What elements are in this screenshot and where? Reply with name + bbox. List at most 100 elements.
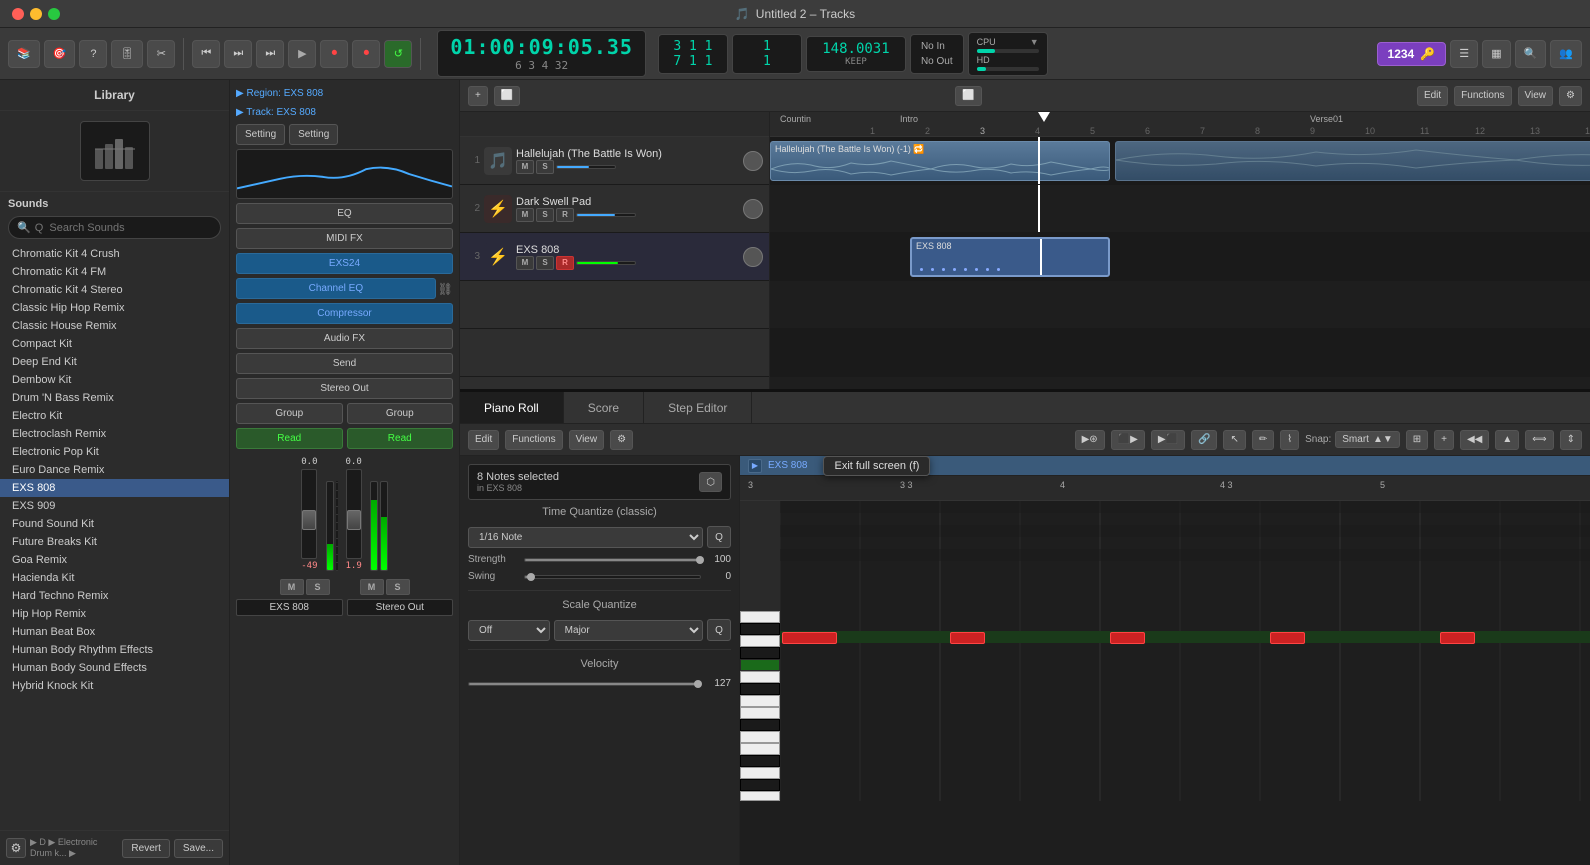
pr-zoom-h-btn[interactable]: ⟺ [1525, 430, 1553, 450]
piano-key-c1-active[interactable] [740, 659, 780, 671]
fader-right-track[interactable] [346, 469, 362, 559]
solo-1[interactable]: S [536, 160, 554, 174]
midi-note-1[interactable] [782, 632, 837, 644]
pr-tool-2[interactable]: ⬛▶ [1111, 430, 1145, 450]
grid-notes[interactable]: C1 [780, 501, 1590, 801]
scale-type-select[interactable]: Major [554, 620, 703, 641]
sound-item-human-rhythm[interactable]: Human Body Rhythm Effects [0, 641, 229, 659]
sound-item-chromatic-crush[interactable]: Chromatic Kit 4 Crush [0, 245, 229, 263]
sound-item-deep-end[interactable]: Deep End Kit [0, 353, 229, 371]
sound-item-goa[interactable]: Goa Remix [0, 551, 229, 569]
mute-2[interactable]: M [516, 208, 534, 222]
midi-fx-btn[interactable]: MIDI FX [236, 228, 453, 249]
pr-zoom-fit-btn[interactable]: ⊞ [1406, 430, 1428, 450]
pr-cursor-btn[interactable]: ↖ [1223, 430, 1245, 450]
solo-2[interactable]: S [536, 208, 554, 222]
piano-key-cs1[interactable] [740, 647, 780, 659]
key-display[interactable]: 1234 🔑 [1377, 42, 1447, 66]
piano-key-d1[interactable] [740, 635, 780, 647]
midi-note-2[interactable] [950, 632, 985, 644]
pr-prev-btn[interactable]: ◀◀ [1460, 430, 1489, 450]
velocity-knob[interactable] [694, 680, 702, 688]
list-view-btn[interactable]: ☰ [1450, 40, 1478, 68]
notes-collapse-btn[interactable]: ⬡ [699, 472, 722, 492]
pr-zoom-v-btn[interactable]: ⇕ [1560, 430, 1582, 450]
sound-item-hip-hop[interactable]: Hip Hop Remix [0, 605, 229, 623]
vol-slider-2[interactable] [576, 213, 636, 217]
maximize-button[interactable] [48, 8, 60, 20]
mute-right-btn[interactable]: M [360, 579, 384, 595]
sound-item-dembow[interactable]: Dembow Kit [0, 371, 229, 389]
midi-note-4[interactable] [1270, 632, 1305, 644]
play-btn[interactable]: ▶ [288, 40, 316, 68]
exs24-btn[interactable]: EXS24 [236, 253, 453, 274]
group-btn-right[interactable]: Group [347, 403, 454, 424]
piano-key-b0[interactable] [740, 671, 780, 683]
tracks-expand-btn[interactable]: ⬜ [955, 86, 981, 106]
functions-menu-btn[interactable]: Functions [1454, 86, 1511, 106]
read-btn-right[interactable]: Read [347, 428, 454, 449]
close-button[interactable] [12, 8, 24, 20]
compressor-btn[interactable]: Compressor [236, 303, 453, 324]
sound-item-found-sound[interactable]: Found Sound Kit [0, 515, 229, 533]
strength-slider[interactable] [524, 558, 701, 562]
pr-edit-menu[interactable]: Edit [468, 430, 499, 450]
piano-key-cs0[interactable] [740, 779, 780, 791]
minimize-button[interactable] [30, 8, 42, 20]
sound-item-chromatic-fm[interactable]: Chromatic Kit 4 FM [0, 263, 229, 281]
midi-note-5[interactable] [1440, 632, 1475, 644]
view-menu-btn[interactable]: View [1518, 86, 1554, 106]
channel-strip-btn[interactable]: ▦ [1482, 40, 1510, 68]
scissors-btn[interactable]: ✂ [147, 40, 175, 68]
smart-controls-btn[interactable]: 🎯 [44, 40, 76, 68]
skip-back-btn[interactable]: ⏭ [256, 40, 284, 68]
eq-btn[interactable]: EQ [236, 203, 453, 224]
vol-slider-1[interactable] [556, 165, 616, 169]
sound-item-electroclash[interactable]: Electroclash Remix [0, 425, 229, 443]
scale-q-btn[interactable]: Q [707, 619, 731, 641]
vol-knob-1[interactable] [743, 151, 763, 171]
mute-left-btn[interactable]: M [280, 579, 304, 595]
audio-region-1-ext[interactable] [1115, 141, 1590, 181]
solo-left-btn[interactable]: S [306, 579, 330, 595]
read-btn-left[interactable]: Read [236, 428, 343, 449]
edit-menu-btn[interactable]: Edit [1417, 86, 1448, 106]
piano-key-e0[interactable] [740, 743, 780, 755]
pr-functions-menu[interactable]: Functions [505, 430, 562, 450]
send-btn[interactable]: Send [236, 353, 453, 374]
setting-btn-right[interactable]: Setting [289, 124, 338, 145]
tracks-view-btn[interactable]: ⬜ [494, 86, 520, 106]
sound-item-electro-kit[interactable]: Electro Kit [0, 407, 229, 425]
tab-piano-roll[interactable]: Piano Roll [460, 392, 564, 423]
group-btn-left[interactable]: Group [236, 403, 343, 424]
tracks-add-btn[interactable]: + [468, 86, 488, 106]
record-btn[interactable]: ⏺ [320, 40, 348, 68]
sound-item-human-sound[interactable]: Human Body Sound Effects [0, 659, 229, 677]
pr-zoom-in-btn[interactable]: + [1434, 430, 1454, 450]
sound-item-euro-dance[interactable]: Euro Dance Remix [0, 461, 229, 479]
search-btn[interactable]: 🔍 [1515, 40, 1547, 68]
piano-key-a0[interactable] [740, 695, 780, 707]
search-box[interactable]: 🔍 [8, 216, 221, 239]
mixer-btn[interactable]: 🎚 [111, 40, 143, 68]
sound-item-drum-bass[interactable]: Drum 'N Bass Remix [0, 389, 229, 407]
cycle-btn[interactable]: ↺ [384, 40, 412, 68]
vol-knob-3[interactable] [743, 247, 763, 267]
fader-right-knob[interactable] [347, 510, 361, 530]
sound-item-electronic-pop[interactable]: Electronic Pop Kit [0, 443, 229, 461]
fader-left-track[interactable] [301, 469, 317, 559]
record-3[interactable]: R [556, 256, 574, 270]
pr-settings-btn[interactable]: ⚙ [610, 430, 633, 450]
snap-value[interactable]: Smart ▲▼ [1335, 431, 1399, 448]
piano-key-ds1[interactable] [740, 623, 780, 635]
pr-tool-3[interactable]: ▶⬛ [1151, 430, 1185, 450]
vol-knob-2[interactable] [743, 199, 763, 219]
sound-item-hard-techno[interactable]: Hard Techno Remix [0, 587, 229, 605]
quantize-select[interactable]: 1/16 Note [468, 527, 703, 548]
pr-view-menu[interactable]: View [569, 430, 605, 450]
scale-off-select[interactable]: Off [468, 620, 550, 641]
audio-region-1[interactable]: Hallelujah (The Battle Is Won) (-1) 🔁 [770, 141, 1110, 181]
sound-item-compact-kit[interactable]: Compact Kit [0, 335, 229, 353]
swing-slider[interactable] [524, 575, 701, 579]
pr-up-btn[interactable]: ▲ [1495, 430, 1519, 450]
